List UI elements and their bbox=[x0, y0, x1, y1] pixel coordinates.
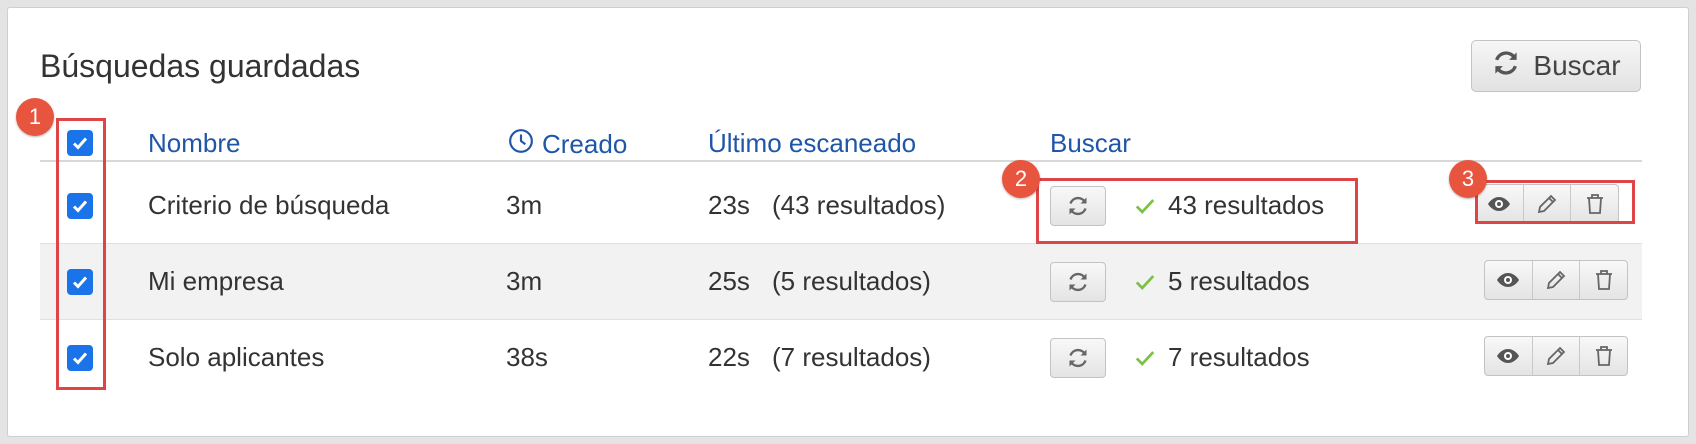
column-header-created[interactable]: Creado bbox=[508, 128, 627, 161]
checkbox-checked-icon bbox=[72, 276, 88, 289]
search-all-button[interactable]: Buscar bbox=[1471, 40, 1641, 92]
row-name[interactable]: Criterio de búsqueda bbox=[148, 190, 389, 221]
annotation-marker-2: 2 bbox=[1002, 160, 1040, 198]
row-search-result-label: 5 resultados bbox=[1168, 266, 1310, 296]
delete-button[interactable] bbox=[1580, 337, 1627, 375]
refresh-icon bbox=[1069, 272, 1087, 292]
row-last-scan-results: (43 resultados) bbox=[772, 190, 946, 220]
row-search-result: 7 resultados bbox=[1134, 342, 1310, 373]
pencil-icon bbox=[1546, 346, 1566, 366]
row-checkbox[interactable] bbox=[67, 269, 93, 295]
row-actions bbox=[1484, 336, 1628, 376]
view-button[interactable] bbox=[1485, 261, 1533, 299]
edit-button[interactable] bbox=[1524, 185, 1572, 223]
view-button[interactable] bbox=[1476, 185, 1524, 223]
row-search-result: 43 resultados bbox=[1134, 190, 1324, 221]
annotation-marker-3: 3 bbox=[1449, 160, 1487, 198]
clock-icon bbox=[508, 128, 534, 161]
refresh-icon bbox=[1491, 48, 1521, 85]
row-search-button[interactable] bbox=[1050, 186, 1106, 226]
pencil-icon bbox=[1537, 194, 1557, 214]
row-name[interactable]: Mi empresa bbox=[148, 266, 284, 297]
eye-icon bbox=[1488, 197, 1511, 211]
row-search-result-label: 7 resultados bbox=[1168, 342, 1310, 372]
check-icon bbox=[1135, 350, 1155, 366]
eye-icon bbox=[1497, 349, 1520, 363]
trash-icon bbox=[1595, 270, 1612, 290]
header-divider bbox=[40, 160, 1642, 162]
page-title: Búsquedas guardadas bbox=[40, 48, 361, 84]
column-header-name[interactable]: Nombre bbox=[148, 128, 240, 159]
search-all-button-label: Buscar bbox=[1533, 50, 1621, 81]
edit-button[interactable] bbox=[1533, 261, 1581, 299]
edit-button[interactable] bbox=[1533, 337, 1581, 375]
pencil-icon bbox=[1546, 270, 1566, 290]
select-all-checkbox[interactable] bbox=[67, 130, 93, 156]
row-last-scan-time: 23s bbox=[708, 190, 750, 220]
delete-button[interactable] bbox=[1571, 185, 1618, 223]
table-row: Solo aplicantes 38s 22s (7 resultados) 7… bbox=[40, 320, 1642, 396]
column-header-last-scan[interactable]: Último escaneado bbox=[708, 128, 916, 159]
checkbox-checked-icon bbox=[72, 200, 88, 213]
trash-icon bbox=[1586, 194, 1603, 214]
row-created: 3m bbox=[506, 190, 543, 220]
row-last-scan-results: (7 resultados) bbox=[772, 342, 931, 372]
row-actions bbox=[1484, 260, 1628, 300]
row-checkbox[interactable] bbox=[67, 193, 93, 219]
column-header-created-label: Creado bbox=[542, 129, 628, 159]
row-checkbox[interactable] bbox=[67, 345, 93, 371]
annotation-marker-1: 1 bbox=[16, 98, 54, 136]
row-search-button[interactable] bbox=[1050, 262, 1106, 302]
refresh-icon bbox=[1069, 196, 1087, 216]
checkbox-checked-icon bbox=[72, 137, 88, 150]
row-search-result-label: 43 resultados bbox=[1168, 190, 1325, 220]
row-last-scan-time: 22s bbox=[708, 342, 750, 372]
view-button[interactable] bbox=[1485, 337, 1533, 375]
eye-icon bbox=[1497, 273, 1520, 287]
row-search-result: 5 resultados bbox=[1134, 266, 1310, 297]
row-created: 3m bbox=[506, 266, 543, 296]
row-search-button[interactable] bbox=[1050, 338, 1106, 378]
row-last-scan-results: (5 resultados) bbox=[772, 266, 931, 296]
trash-icon bbox=[1595, 346, 1612, 366]
row-name[interactable]: Solo aplicantes bbox=[148, 342, 324, 373]
refresh-icon bbox=[1069, 348, 1087, 368]
column-header-search[interactable]: Buscar bbox=[1050, 128, 1131, 159]
check-icon bbox=[1135, 198, 1155, 214]
row-created: 38s bbox=[506, 342, 548, 372]
row-actions bbox=[1475, 184, 1619, 224]
check-icon bbox=[1135, 274, 1155, 290]
delete-button[interactable] bbox=[1580, 261, 1627, 299]
row-last-scan-time: 25s bbox=[708, 266, 750, 296]
checkbox-checked-icon bbox=[72, 352, 88, 365]
table-row: Mi empresa 3m 25s (5 resultados) 5 resul… bbox=[40, 244, 1642, 320]
table-row: Criterio de búsqueda 3m 23s (43 resultad… bbox=[40, 168, 1642, 244]
